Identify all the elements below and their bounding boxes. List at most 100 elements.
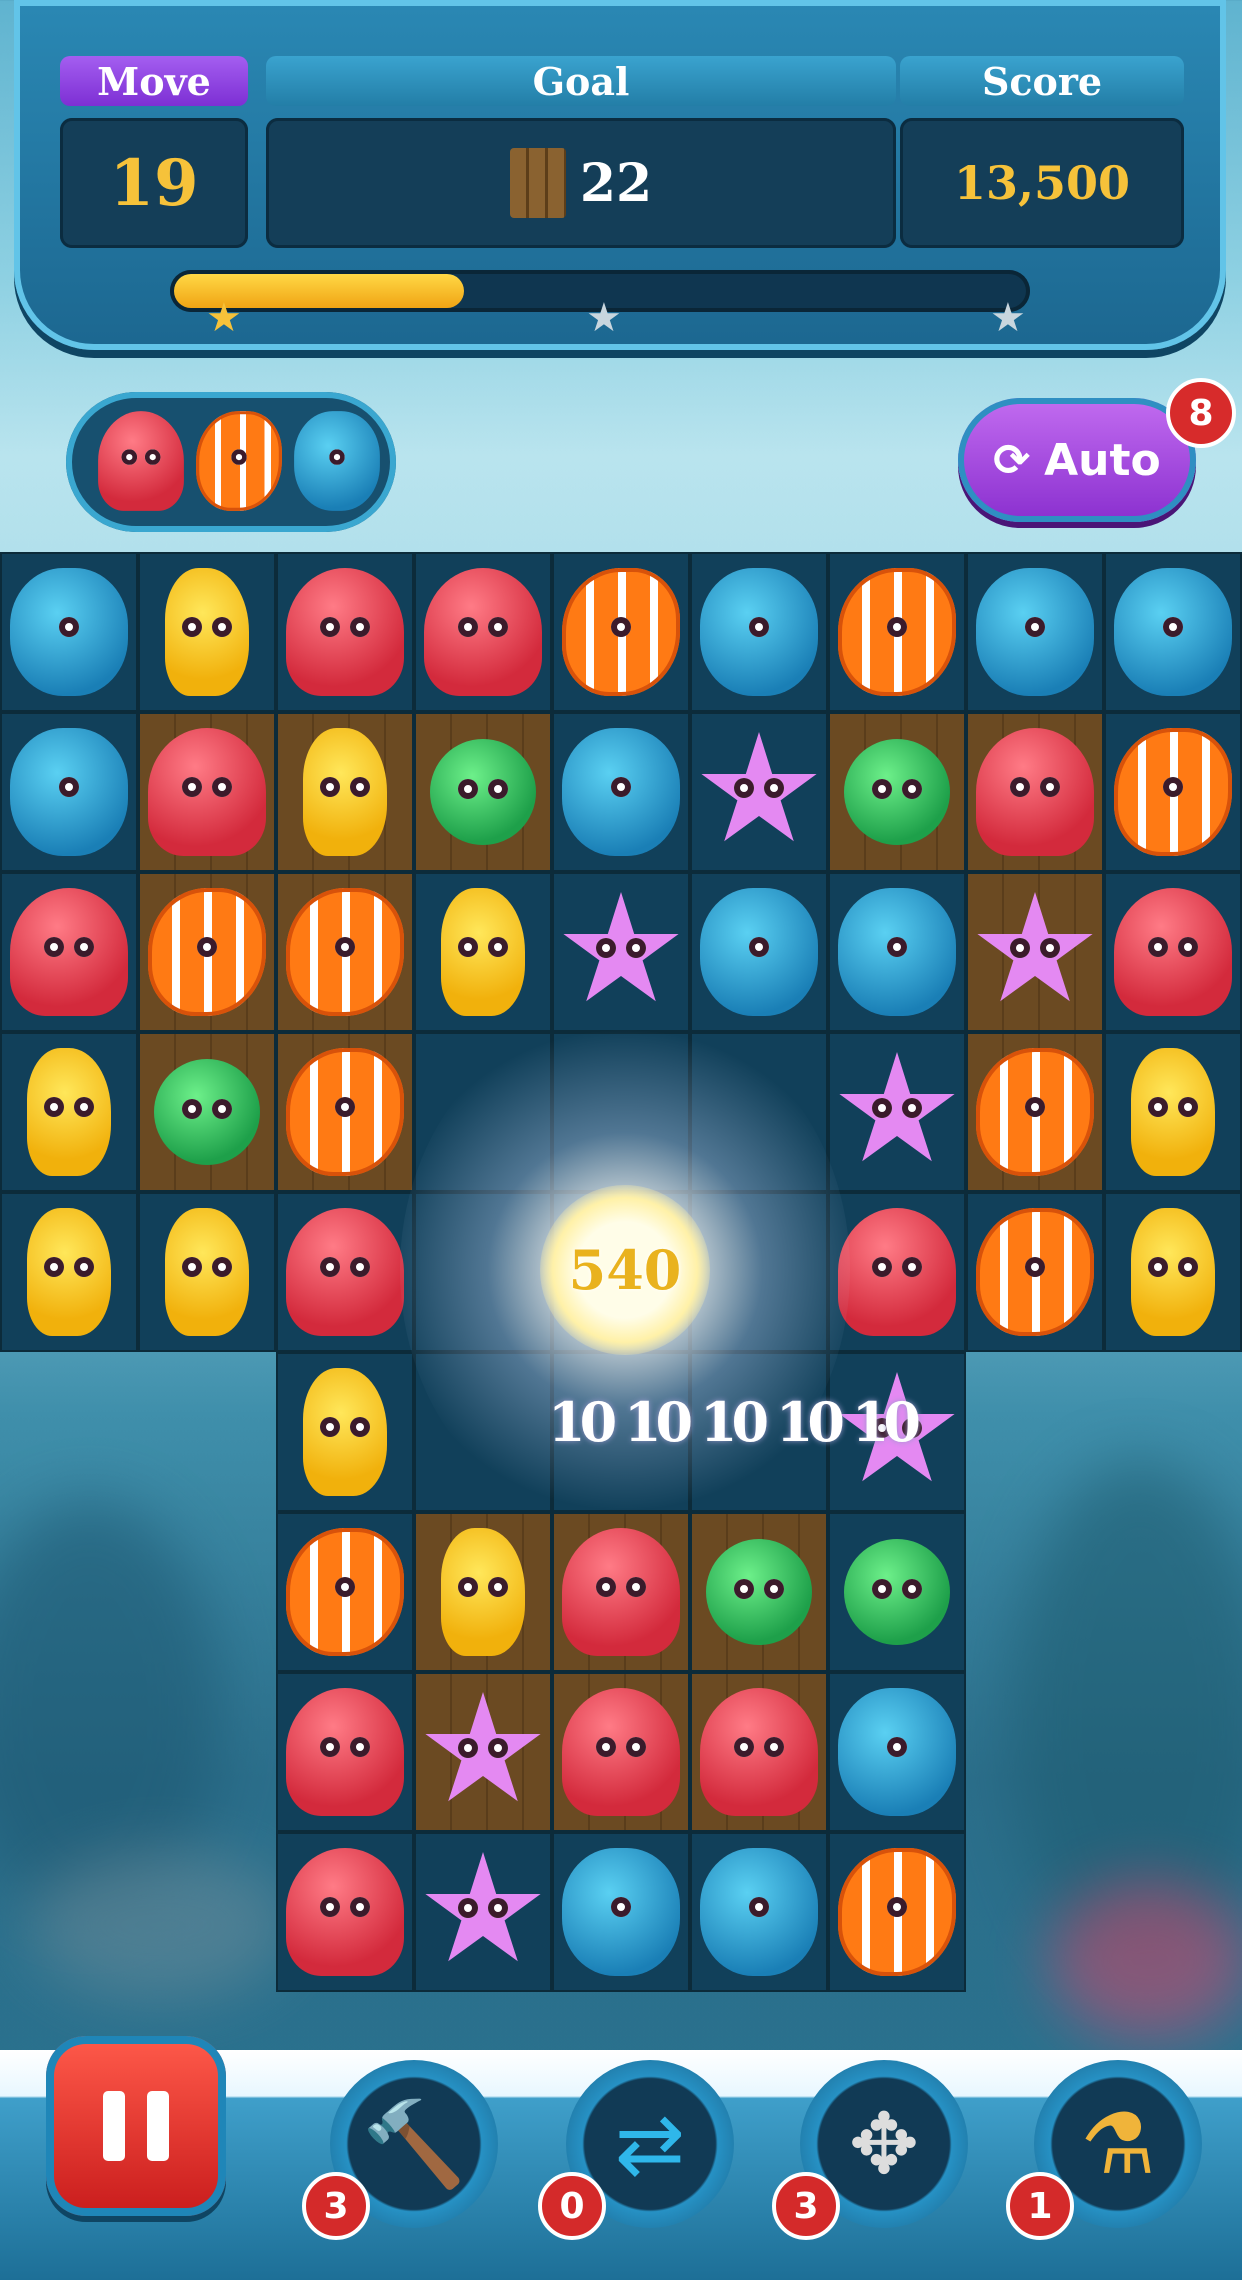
board-cell[interactable]	[552, 1832, 690, 1992]
piece-eye	[764, 777, 784, 798]
board-cell[interactable]	[276, 1032, 414, 1192]
board-cell[interactable]	[966, 872, 1104, 1032]
move-label: Move	[60, 56, 248, 106]
refresh-icon: ⟳	[993, 434, 1031, 486]
seahorse-piece	[441, 888, 525, 1016]
board-cell[interactable]	[138, 1192, 276, 1352]
board-cell[interactable]	[414, 1832, 552, 1992]
piece-eye	[488, 1897, 508, 1918]
piece-eye	[1025, 616, 1045, 637]
board-cell[interactable]	[552, 712, 690, 872]
board-cell[interactable]	[138, 872, 276, 1032]
piece-eye	[458, 779, 478, 800]
board-cell[interactable]	[828, 712, 966, 872]
piece-eyes	[596, 937, 646, 958]
piece-eye	[902, 1579, 922, 1600]
fish-piece	[286, 1528, 404, 1656]
piece-eyes	[182, 1099, 232, 1120]
board-cell[interactable]	[276, 1352, 414, 1512]
piece-eyes	[1163, 616, 1183, 637]
board-cell[interactable]	[276, 1832, 414, 1992]
board-cell[interactable]	[552, 1672, 690, 1832]
board-cell[interactable]	[828, 1512, 966, 1672]
dolphin-piece	[700, 1848, 818, 1976]
seahorse-piece	[27, 1208, 111, 1336]
board-cell[interactable]	[0, 712, 138, 872]
piece-eyes	[320, 776, 370, 797]
piece-eye	[611, 776, 631, 797]
piece-eyes	[231, 449, 247, 465]
board-cell[interactable]	[828, 1032, 966, 1192]
board-cell[interactable]	[138, 712, 276, 872]
piece-eye	[144, 449, 161, 465]
octopus-piece	[562, 1688, 680, 1816]
dolphin-piece	[1114, 568, 1232, 696]
piece-eyes	[887, 1896, 907, 1917]
piece-eye	[626, 1736, 646, 1757]
piece-eye	[626, 1576, 646, 1597]
piece-eyes	[1148, 1096, 1198, 1117]
board-cell[interactable]	[552, 872, 690, 1032]
piece-eye	[458, 936, 478, 957]
piece-eye	[335, 936, 355, 957]
board-cell[interactable]	[1104, 872, 1242, 1032]
board-cell[interactable]	[1104, 552, 1242, 712]
board-cell[interactable]	[138, 552, 276, 712]
board-cell[interactable]	[828, 872, 966, 1032]
auto-button[interactable]: ⟳ Auto	[958, 398, 1196, 522]
piece-eyes	[458, 936, 508, 957]
piece-eyes	[872, 1579, 922, 1600]
piece-eyes	[734, 1579, 784, 1600]
piece-eye	[749, 936, 769, 957]
board-cell[interactable]	[690, 872, 828, 1032]
fish-piece	[148, 888, 266, 1016]
board-cell[interactable]	[1104, 712, 1242, 872]
board-cell[interactable]	[276, 712, 414, 872]
piece-eyes	[611, 776, 631, 797]
board-cell[interactable]	[414, 1512, 552, 1672]
board-cell[interactable]	[690, 1832, 828, 1992]
piece-eyes	[182, 1256, 232, 1277]
board-cell[interactable]	[966, 552, 1104, 712]
board-cell[interactable]	[1104, 1192, 1242, 1352]
piece-eye	[488, 1576, 508, 1597]
board-cell[interactable]	[0, 1192, 138, 1352]
board-cell[interactable]	[0, 552, 138, 712]
board-cell[interactable]	[552, 1512, 690, 1672]
board-cell[interactable]	[138, 1032, 276, 1192]
piece-eyes	[59, 616, 79, 637]
board-cell[interactable]	[276, 552, 414, 712]
board-cell[interactable]	[1104, 1032, 1242, 1192]
board-cell[interactable]	[690, 1512, 828, 1672]
board-cell[interactable]	[828, 1672, 966, 1832]
board-cell[interactable]	[828, 552, 966, 712]
board-cell[interactable]	[966, 1192, 1104, 1352]
board-cell[interactable]	[966, 712, 1104, 872]
board-cell[interactable]	[414, 872, 552, 1032]
board-cell[interactable]	[276, 1672, 414, 1832]
board-cell[interactable]	[690, 712, 828, 872]
board-cell[interactable]	[414, 712, 552, 872]
pause-button[interactable]	[46, 2036, 226, 2216]
piece-eyes	[1148, 1256, 1198, 1277]
board-cell[interactable]	[0, 872, 138, 1032]
piece-eye	[488, 779, 508, 800]
board-cell[interactable]	[276, 872, 414, 1032]
board-cell[interactable]	[0, 1032, 138, 1192]
board-cell[interactable]	[966, 1032, 1104, 1192]
goal-box: 22	[266, 118, 896, 248]
board-cell[interactable]	[552, 552, 690, 712]
board-cell[interactable]	[414, 1672, 552, 1832]
board-cell[interactable]	[276, 1512, 414, 1672]
piece-eye	[74, 1256, 94, 1277]
board-cell[interactable]	[414, 552, 552, 712]
board-cell[interactable]	[690, 552, 828, 712]
dolphin-piece	[838, 1688, 956, 1816]
dolphin-piece	[10, 728, 128, 856]
piece-eyes	[1010, 776, 1060, 797]
board-cell[interactable]	[276, 1192, 414, 1352]
target-pieces-panel	[66, 392, 396, 532]
board-cell[interactable]	[828, 1832, 966, 1992]
board-cell[interactable]	[690, 1672, 828, 1832]
puffer-piece	[844, 1539, 950, 1645]
